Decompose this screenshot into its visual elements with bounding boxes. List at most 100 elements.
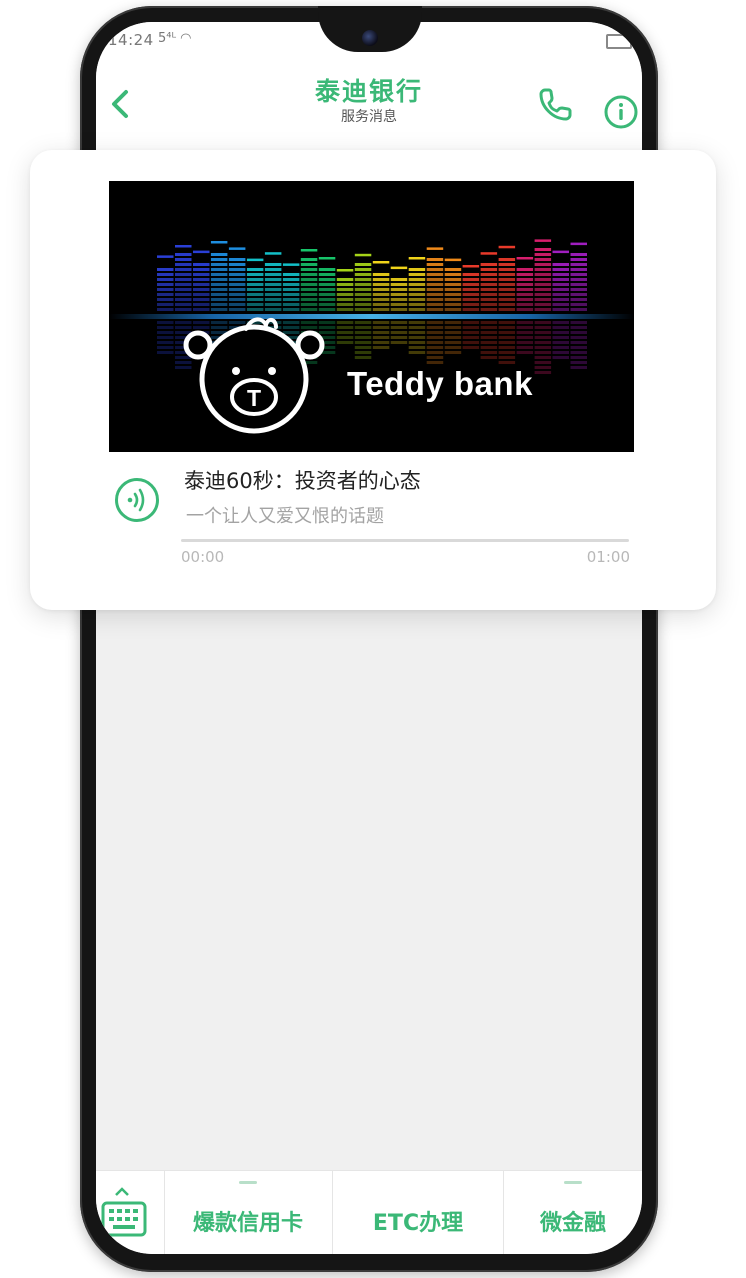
equalizer-bar-segment (300, 298, 318, 301)
equalizer-bar-segment (498, 278, 516, 281)
equalizer-reflection-segment (444, 341, 462, 344)
equalizer-bar-segment (534, 258, 552, 261)
equalizer-bar-segment (462, 303, 480, 306)
equalizer-peak (157, 255, 174, 258)
audio-progress-bar[interactable] (181, 539, 629, 542)
equalizer-bar-segment (426, 273, 444, 276)
equalizer-bar-segment (300, 303, 318, 306)
equalizer-reflection-segment (193, 326, 210, 329)
equalizer-reflection-segment (408, 346, 426, 349)
header-bar: 泰迪银行 服务消息 (96, 60, 642, 155)
equalizer-bar-segment (498, 258, 516, 261)
equalizer-reflection-segment (336, 321, 354, 324)
equalizer-reflection-segment (157, 321, 174, 324)
equalizer-reflection-segment (570, 341, 587, 344)
horizon-glow (109, 314, 634, 319)
equalizer-bar-segment (570, 293, 587, 296)
equalizer-bar-segment (264, 303, 282, 306)
equalizer-reflection-segment (570, 366, 587, 369)
menu-item-micro-finance[interactable]: 微金融 (504, 1171, 642, 1254)
equalizer-bar-segment (552, 288, 569, 291)
equalizer-bar-segment (175, 263, 192, 266)
equalizer-reflection-segment (354, 356, 372, 359)
equalizer-bar-segment (336, 298, 354, 301)
equalizer-reflection-segment (175, 356, 192, 359)
equalizer-bar-segment (318, 278, 336, 281)
equalizer-bar-segment (534, 308, 552, 311)
equalizer-reflection-segment (282, 326, 300, 329)
equalizer-reflection-segment (390, 336, 408, 339)
equalizer-reflection-segment (390, 321, 408, 324)
equalizer-bar-segment (228, 258, 246, 261)
equalizer-bar-segment (444, 283, 462, 286)
equalizer-bar-segment (426, 303, 444, 306)
equalizer-bar-segment (354, 268, 372, 271)
equalizer-peak (570, 242, 587, 246)
equalizer-bar-segment (516, 298, 534, 301)
equalizer-bar-segment (570, 263, 587, 266)
equalizer-bar-segment (210, 258, 228, 261)
equalizer-bar-segment (246, 298, 264, 301)
equalizer-bar-segment (300, 293, 318, 296)
equalizer-bar-segment (282, 303, 300, 306)
equalizer-reflection-segment (157, 341, 174, 344)
equalizer-bar-segment (354, 273, 372, 276)
front-camera (362, 30, 378, 46)
equalizer-reflection-segment (498, 361, 516, 364)
menu-item-credit-card[interactable]: 爆款信用卡 (164, 1171, 332, 1254)
equalizer-reflection-segment (408, 351, 426, 354)
equalizer-peak (444, 258, 462, 262)
equalizer-reflection-segment (570, 321, 587, 324)
equalizer-bar-segment (426, 293, 444, 296)
equalizer-bar-segment (570, 283, 587, 286)
keyboard-icon[interactable] (96, 1171, 165, 1254)
equalizer-bar-segment (570, 288, 587, 291)
equalizer-bar-segment (336, 278, 354, 281)
equalizer-reflection-segment (426, 336, 444, 339)
equalizer-bar-segment (300, 308, 318, 311)
chevron-left-icon[interactable] (104, 84, 136, 124)
equalizer-reflection-segment (354, 331, 372, 334)
equalizer-bar-segment (282, 293, 300, 296)
audio-wave-icon[interactable] (114, 477, 160, 523)
menu-item-etc[interactable]: ETC办理 (333, 1171, 503, 1254)
equalizer-reflection-segment (516, 341, 534, 344)
equalizer-reflection-segment (552, 351, 569, 354)
equalizer-bar-segment (480, 303, 498, 306)
equalizer-bar-segment (390, 303, 408, 306)
info-icon[interactable] (603, 94, 639, 130)
equalizer-bar-segment (408, 268, 426, 271)
equalizer-bar-segment (516, 308, 534, 311)
equalizer-bar-segment (175, 303, 192, 306)
equalizer-reflection-segment (534, 356, 552, 359)
equalizer-bar-segment (318, 273, 336, 276)
equalizer-bar-segment (408, 293, 426, 296)
equalizer-reflection-segment (318, 321, 336, 324)
equalizer-reflection-segment (372, 321, 390, 324)
equalizer-reflection-segment (462, 346, 480, 349)
equalizer-reflection-segment (175, 331, 192, 334)
equalizer-bar-segment (318, 298, 336, 301)
equalizer-bar-segment (408, 308, 426, 311)
equalizer-bar-segment (300, 288, 318, 291)
audio-message-card[interactable]: T Teddy bank 泰迪60秒：投资者的心态 一个让人又爱又恨的话题 00… (30, 150, 716, 610)
equalizer-peak (462, 265, 480, 268)
equalizer-bar-segment (444, 298, 462, 301)
equalizer-reflection-segment (462, 341, 480, 344)
equalizer-reflection-segment (336, 336, 354, 339)
equalizer-bar-segment (264, 273, 282, 276)
audio-total-time: 01:00 (586, 548, 630, 566)
equalizer-bar-segment (318, 293, 336, 296)
equalizer-reflection-segment (390, 341, 408, 344)
equalizer-graphic: T (109, 239, 634, 434)
equalizer-reflection-segment (336, 331, 354, 334)
equalizer-bar-segment (570, 258, 587, 261)
menu-item-label: 微金融 (539, 1211, 606, 1236)
equalizer-reflection-segment (552, 356, 569, 359)
equalizer-reflection-segment (534, 371, 552, 374)
equalizer-reflection-segment (498, 331, 516, 334)
equalizer-bar-segment (264, 298, 282, 301)
phone-icon[interactable] (536, 84, 576, 124)
equalizer-reflection-segment (354, 326, 372, 329)
equalizer-reflection-segment (516, 336, 534, 339)
